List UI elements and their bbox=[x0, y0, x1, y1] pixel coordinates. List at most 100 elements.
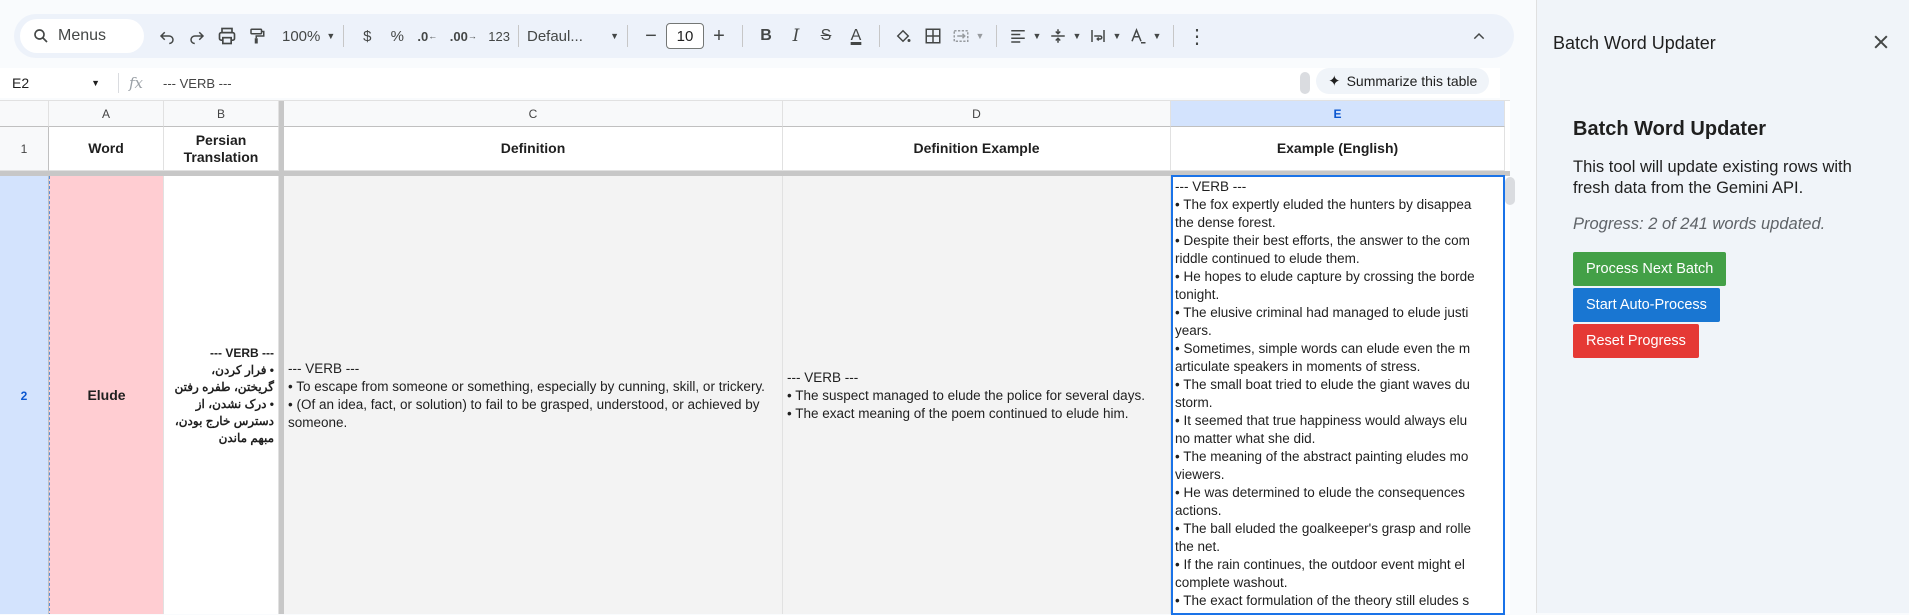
text-rotation-icon[interactable]: ▼ bbox=[1125, 20, 1165, 52]
panel-description: This tool will update existing rows with… bbox=[1573, 158, 1852, 197]
divider bbox=[742, 25, 743, 47]
summarize-label: Summarize this table bbox=[1346, 73, 1478, 89]
column-header-c[interactable]: C bbox=[284, 101, 783, 127]
divider bbox=[1173, 25, 1174, 47]
header-cell-word[interactable]: Word bbox=[49, 127, 164, 171]
percent-label: % bbox=[390, 27, 404, 45]
cell-example-english[interactable]: --- VERB --- • The fox expertly eluded t… bbox=[1171, 176, 1505, 614]
font-select[interactable]: Defaul... ▼ bbox=[527, 20, 619, 52]
definition-text: --- VERB --- • To escape from someone or… bbox=[288, 360, 765, 430]
column-header-a[interactable]: A bbox=[49, 101, 164, 127]
text-color-button[interactable]: A bbox=[841, 20, 871, 52]
summarize-table-button[interactable]: ✦ Summarize this table bbox=[1316, 68, 1490, 94]
panel-title: Batch Word Updater bbox=[1553, 33, 1716, 53]
frozen-column-divider[interactable] bbox=[279, 101, 284, 614]
percent-button[interactable]: % bbox=[382, 20, 412, 52]
formula-input[interactable]: --- VERB --- bbox=[163, 76, 232, 91]
decrease-decimal-label: .0 bbox=[417, 28, 429, 44]
text-color-icon: A bbox=[850, 27, 862, 44]
divider bbox=[996, 25, 997, 47]
increase-decimal-label: .00 bbox=[449, 28, 468, 44]
print-icon[interactable] bbox=[212, 20, 242, 52]
panel-heading: Batch Word Updater bbox=[1573, 118, 1766, 140]
borders-icon[interactable] bbox=[918, 20, 948, 52]
persian-text: --- VERB --- • فرار کردن، گریختن، طفره ر… bbox=[174, 345, 274, 445]
fx-icon: fx bbox=[118, 73, 157, 93]
cell-definition-example[interactable]: --- VERB --- • The suspect managed to el… bbox=[783, 176, 1171, 614]
zoom-select[interactable]: 100% ▼ bbox=[282, 20, 335, 52]
frozen-row-divider[interactable] bbox=[0, 171, 1510, 176]
toolbar: Menus 100% ▼ $ % .0 ← .00 → 123 Defaul... … bbox=[14, 14, 1514, 58]
chevron-down-icon: ▼ bbox=[1072, 31, 1082, 41]
cell-persian[interactable]: --- VERB --- • فرار کردن، گریختن، طفره ر… bbox=[164, 176, 279, 614]
select-all-corner[interactable] bbox=[0, 101, 49, 127]
header-cell-definition-example[interactable]: Definition Example bbox=[783, 127, 1171, 171]
horizontal-align-icon[interactable]: ▼ bbox=[1005, 20, 1045, 52]
panel-body: Batch Word Updater This tool will update… bbox=[1573, 118, 1893, 360]
column-header-e[interactable]: E bbox=[1171, 101, 1505, 127]
sparkle-icon: ✦ bbox=[1328, 73, 1341, 90]
font-size-decrease-button[interactable]: − bbox=[636, 20, 666, 52]
cell-reference: E2 bbox=[12, 75, 30, 91]
column-header-b[interactable]: B bbox=[164, 101, 279, 127]
name-box[interactable]: E2 ▼ bbox=[0, 75, 110, 91]
redo-icon[interactable] bbox=[182, 20, 212, 52]
decrease-decimal-button[interactable]: .0 ← bbox=[412, 20, 442, 52]
strikethrough-button[interactable]: S bbox=[811, 20, 841, 52]
start-auto-process-button[interactable]: Start Auto-Process bbox=[1573, 288, 1720, 322]
chevron-up-icon[interactable] bbox=[1464, 20, 1494, 52]
progress-text: Progress: 2 of 241 words updated. bbox=[1573, 215, 1826, 233]
number-format-label: 123 bbox=[488, 28, 510, 44]
vertical-scrollbar[interactable] bbox=[1505, 177, 1515, 205]
cell-word[interactable]: Elude bbox=[49, 176, 164, 614]
italic-button[interactable]: I bbox=[781, 20, 811, 52]
chevron-down-icon: ▼ bbox=[975, 31, 985, 41]
chevron-down-icon: ▼ bbox=[610, 31, 619, 41]
definition-example-text: --- VERB --- • The suspect managed to el… bbox=[787, 369, 1145, 421]
formula-bar-scrollbar[interactable] bbox=[1300, 72, 1310, 94]
chevron-down-icon: ▼ bbox=[326, 31, 336, 41]
column-header-d[interactable]: D bbox=[783, 101, 1171, 127]
increase-decimal-button[interactable]: .00 → bbox=[448, 20, 478, 52]
merge-cells-icon[interactable]: ▼ bbox=[948, 20, 988, 52]
header-cell-example-english[interactable]: Example (English) bbox=[1171, 127, 1505, 171]
bold-icon: B bbox=[760, 27, 772, 44]
fill-color-icon[interactable] bbox=[888, 20, 918, 52]
number-format-button[interactable]: 123 bbox=[488, 20, 510, 52]
formula-bar: E2 ▼ fx --- VERB --- bbox=[0, 68, 1500, 98]
chevron-down-icon: ▼ bbox=[91, 78, 100, 88]
search-menus[interactable]: Menus bbox=[20, 19, 144, 53]
paint-format-icon[interactable] bbox=[242, 20, 272, 52]
plus-icon: + bbox=[713, 24, 725, 47]
undo-icon[interactable] bbox=[152, 20, 182, 52]
cell-definition[interactable]: --- VERB --- • To escape from someone or… bbox=[284, 176, 783, 614]
arrow-left-icon: ← bbox=[428, 31, 438, 41]
menus-label: Menus bbox=[58, 27, 107, 44]
zoom-value: 100% bbox=[282, 27, 321, 45]
divider bbox=[343, 25, 345, 47]
bold-button[interactable]: B bbox=[751, 20, 781, 52]
font-name: Defaul... bbox=[527, 27, 583, 45]
row-header-2[interactable]: 2 bbox=[0, 176, 49, 614]
process-next-batch-button[interactable]: Process Next Batch bbox=[1573, 252, 1727, 286]
font-size-input[interactable]: 10 bbox=[666, 23, 704, 49]
search-icon bbox=[34, 29, 48, 43]
divider bbox=[879, 25, 880, 47]
more-options-icon[interactable]: ⋮ bbox=[1182, 20, 1212, 52]
font-size-increase-button[interactable]: + bbox=[704, 20, 734, 52]
header-cell-persian[interactable]: Persian Translation bbox=[164, 127, 279, 171]
divider bbox=[518, 25, 519, 47]
italic-icon: I bbox=[792, 26, 800, 46]
chevron-down-icon: ▼ bbox=[1032, 31, 1042, 41]
header-cell-definition[interactable]: Definition bbox=[284, 127, 783, 171]
side-panel: Batch Word Updater Batch Word Updater Th… bbox=[1536, 0, 1909, 613]
font-size-value: 10 bbox=[676, 27, 694, 45]
reset-progress-button[interactable]: Reset Progress bbox=[1573, 324, 1699, 358]
chevron-down-icon: ▼ bbox=[1112, 31, 1122, 41]
vertical-align-icon[interactable]: ▼ bbox=[1045, 20, 1085, 52]
arrow-right-icon: → bbox=[467, 31, 477, 41]
text-wrap-icon[interactable]: ▼ bbox=[1085, 20, 1125, 52]
currency-button[interactable]: $ bbox=[352, 20, 382, 52]
close-icon[interactable] bbox=[1871, 28, 1891, 59]
row-header-1[interactable]: 1 bbox=[0, 127, 49, 171]
